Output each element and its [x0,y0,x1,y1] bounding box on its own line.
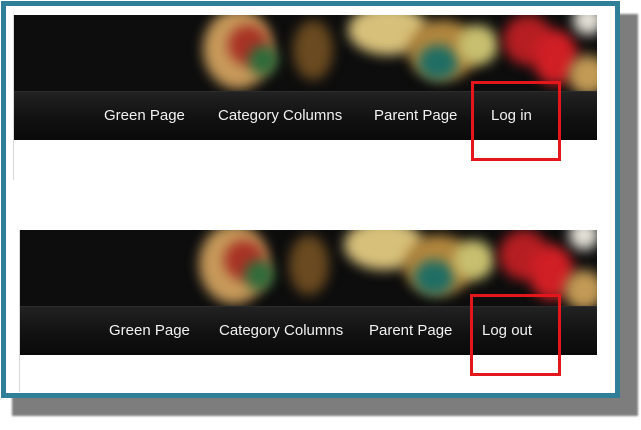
screenshot-frame: Green Page Category Columns Parent Page … [1,1,620,398]
page-edge-line [19,230,20,392]
screenshot-after-login: Green Page Category Columns Parent Page … [19,230,597,392]
nav-item-green-page[interactable]: Green Page [109,307,190,355]
nav-item-parent-page[interactable]: Parent Page [374,92,457,140]
screenshot-before-login: Green Page Category Columns Parent Page … [13,15,597,180]
page-edge-line [13,15,14,180]
nav-item-log-out[interactable]: Log out [482,307,532,355]
nav-item-green-page[interactable]: Green Page [104,92,185,140]
header-banner-image [19,230,597,306]
nav-item-parent-page[interactable]: Parent Page [369,307,452,355]
header-banner-image [13,15,597,91]
nav-item-category-columns[interactable]: Category Columns [219,307,343,355]
nav-item-category-columns[interactable]: Category Columns [218,92,342,140]
nav-item-log-in[interactable]: Log in [491,92,532,140]
main-nav-bar: Green Page Category Columns Parent Page … [13,91,597,140]
main-nav-bar: Green Page Category Columns Parent Page … [19,306,597,355]
